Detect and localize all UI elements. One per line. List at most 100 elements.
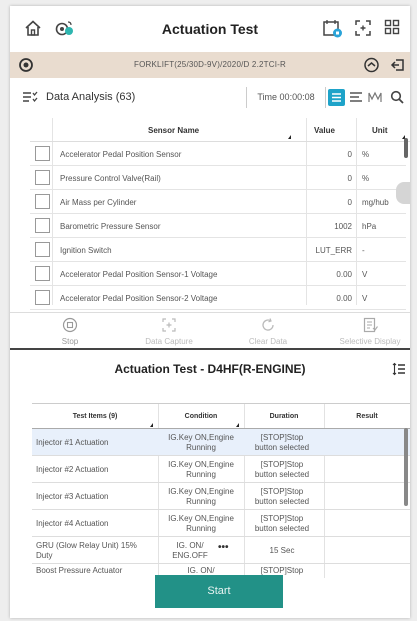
screen-record-icon[interactable] [322,19,344,44]
vehicle-name: FORKLIFT(25/30D-9V)/2020/D 2.2TCI-R [134,60,286,69]
grid-menu-icon[interactable] [384,19,400,40]
test-condition: IG.Key ON,Engine Running [168,433,234,452]
sensor-unit: hPa [362,222,377,231]
data-capture-button[interactable]: Data Capture [134,317,204,346]
row-checkbox[interactable] [35,266,50,281]
sensor-unit: - [362,246,365,255]
condition-header[interactable]: Condition [158,413,244,420]
table-row[interactable]: Injector #1 Actuation IG.Key ON,Engine Ru… [32,429,410,456]
sensor-value: 1002 [334,222,352,231]
sensor-value: 0.00 [336,294,352,303]
test-item-name: Injector #1 Actuation [36,438,109,447]
sensor-name: Air Mass per Cylinder [60,198,137,207]
more-options-icon[interactable]: ••• [218,542,229,553]
actuation-table-header: Test Items (9) Condition Duration Result [32,403,410,429]
sort-indicator-icon [236,423,239,427]
sensor-unit: V [362,270,368,279]
gauge-icon[interactable] [363,57,380,78]
sensor-name: Pressure Control Valve(Rail) [60,174,161,183]
table-row[interactable]: Injector #2 Actuation IG.Key ON,Engine Ru… [32,456,410,483]
clear-data-label: Clear Data [248,337,288,346]
stop-button[interactable]: Stop [50,317,90,346]
row-checkbox[interactable] [35,170,50,185]
table-row[interactable]: Air Mass per Cylinder 0 mg/hub [30,190,406,214]
sensor-unit: % [362,150,370,159]
test-duration: [STOP]Stop button selected [254,433,310,452]
test-items-header[interactable]: Test Items (9) [32,413,158,420]
sensor-unit: % [362,174,370,183]
duration-header[interactable]: Duration [244,413,324,420]
actuation-title: Actuation Test - D4HF(R-ENGINE) [114,362,306,376]
elapsed-time: Time 00:00:08 [246,87,326,108]
text-view-icon[interactable] [349,90,363,109]
graph-view-icon[interactable] [368,90,383,109]
table-row[interactable]: Pressure Control Valve(Rail) 0 % [30,166,406,190]
capture-frame-icon[interactable] [354,19,372,42]
row-checkbox[interactable] [35,242,50,257]
search-icon[interactable] [390,90,404,109]
row-checkbox[interactable] [35,146,50,161]
selective-display-label: Selective Display [339,337,401,346]
test-item-name: Injector #3 Actuation [36,492,109,501]
exit-icon[interactable] [390,57,406,78]
actuation-table: Test Items (9) Condition Duration Result… [32,403,410,578]
sensor-table-header: Sensor Name Value Unit [30,118,410,142]
list-view-button[interactable] [328,89,345,106]
sensor-name: Ignition Switch [60,246,112,255]
action-bar: Stop Data Capture Clear Data Selective D… [10,312,410,350]
table-row[interactable]: GRU (Glow Relay Unit) 15% Duty IG. ON/EN… [32,537,410,564]
test-condition: IG. ON/ENG.OFF [172,541,208,560]
refresh-icon [262,318,274,331]
test-duration: [STOP]Stop button selected [254,487,310,506]
table-row[interactable]: Accelerator Pedal Position Sensor-1 Volt… [30,262,406,286]
sort-list-icon[interactable] [392,362,406,381]
row-checkbox[interactable] [35,218,50,233]
stop-icon [62,317,78,333]
test-condition: IG.Key ON,Engine Running [168,514,234,533]
table-row[interactable]: Injector #4 Actuation IG.Key ON,Engine Ru… [32,510,410,537]
row-checkbox[interactable] [35,194,50,209]
sensor-name: Accelerator Pedal Position Sensor-2 Volt… [60,294,218,303]
test-duration: [STOP]Stop button selected [254,514,310,533]
selective-display-button[interactable]: Selective Display [332,317,408,346]
data-analysis-icon [22,91,38,110]
test-condition: IG.Key ON,Engine Running [168,487,234,506]
unit-header[interactable]: Unit [372,126,388,135]
test-condition: IG.Key ON,Engine Running [168,460,234,479]
clear-data-button[interactable]: Clear Data [238,317,298,346]
test-item-name: Injector #2 Actuation [36,465,109,474]
data-analysis-bar: Data Analysis (63) Time 00:00:08 [10,78,410,118]
value-header[interactable]: Value [314,126,335,135]
sensor-scrollbar[interactable] [404,138,408,158]
test-item-name: Boost Pressure Actuator [36,566,123,575]
sensor-value: 0 [347,198,352,207]
sensor-name: Accelerator Pedal Position Sensor [60,150,182,159]
table-row[interactable]: Ignition Switch LUT_ERR - [30,238,406,262]
sensor-name-header[interactable]: Sensor Name [148,126,199,135]
data-analysis-label: Data Analysis (63) [46,91,136,103]
sensor-unit: V [362,294,368,303]
sort-indicator-icon [288,135,291,139]
row-checkbox[interactable] [35,290,50,305]
capture-icon [162,318,176,332]
actuation-scrollbar[interactable] [404,428,408,506]
table-row[interactable]: Accelerator Pedal Position Sensor-2 Volt… [30,286,406,310]
sensor-value: 0.00 [336,270,352,279]
start-button[interactable]: Start [155,575,283,608]
page-title: Actuation Test [161,21,259,37]
test-duration: [STOP]Stop button selected [254,460,310,479]
table-row[interactable]: Injector #3 Actuation IG.Key ON,Engine Ru… [32,483,410,510]
top-bar: Actuation Test [10,6,410,52]
result-header[interactable]: Result [324,413,410,420]
app-frame: Actuation Test FORKLIFT(25/30D-9V)/2020/… [10,6,410,618]
side-drawer-handle[interactable] [396,182,410,204]
sensor-value: LUT_ERR [315,246,352,255]
sensor-name: Accelerator Pedal Position Sensor-1 Volt… [60,270,218,279]
sensor-name: Barometric Pressure Sensor [60,222,161,231]
sensor-unit: mg/hub [362,198,389,207]
stop-label: Stop [61,337,79,346]
table-row[interactable]: Barometric Pressure Sensor 1002 hPa [30,214,406,238]
table-row[interactable]: Accelerator Pedal Position Sensor 0 % [30,142,406,166]
test-item-name: GRU (Glow Relay Unit) 15% Duty [36,541,137,560]
sensor-value: 0 [347,150,352,159]
